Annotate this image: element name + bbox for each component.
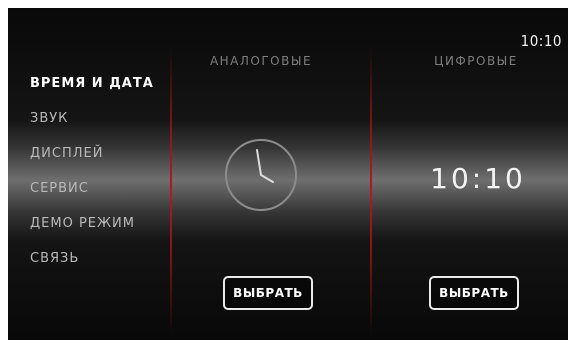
select-analog-button[interactable]: ВЫБРАТЬ: [223, 276, 313, 310]
settings-screen: 10:10 ВРЕМЯ И ДАТА ЗВУК ДИСПЛЕЙ СЕРВИС Д…: [8, 8, 568, 340]
status-clock: 10:10: [520, 32, 562, 50]
menu-item-time-date[interactable]: ВРЕМЯ И ДАТА: [30, 76, 154, 111]
analog-panel-title: АНАЛОГОВЫЕ: [209, 54, 313, 68]
analog-clock-icon[interactable]: [223, 137, 299, 213]
menu-item-service[interactable]: СЕРВИС: [30, 181, 154, 216]
digital-panel-title: ЦИФРОВЫЕ: [434, 54, 518, 68]
settings-menu: ВРЕМЯ И ДАТА ЗВУК ДИСПЛЕЙ СЕРВИС ДЕМО РЕ…: [30, 76, 154, 286]
menu-item-demo-mode[interactable]: ДЕМО РЕЖИМ: [30, 216, 154, 251]
select-digital-button[interactable]: ВЫБРАТЬ: [429, 276, 519, 310]
digital-clock-preview[interactable]: 10:10: [403, 162, 553, 195]
divider-left: [170, 48, 172, 334]
menu-item-sound[interactable]: ЗВУК: [30, 111, 154, 146]
divider-right: [370, 48, 372, 334]
menu-item-display[interactable]: ДИСПЛЕЙ: [30, 146, 154, 181]
menu-item-connection[interactable]: СВЯЗЬ: [30, 251, 154, 286]
